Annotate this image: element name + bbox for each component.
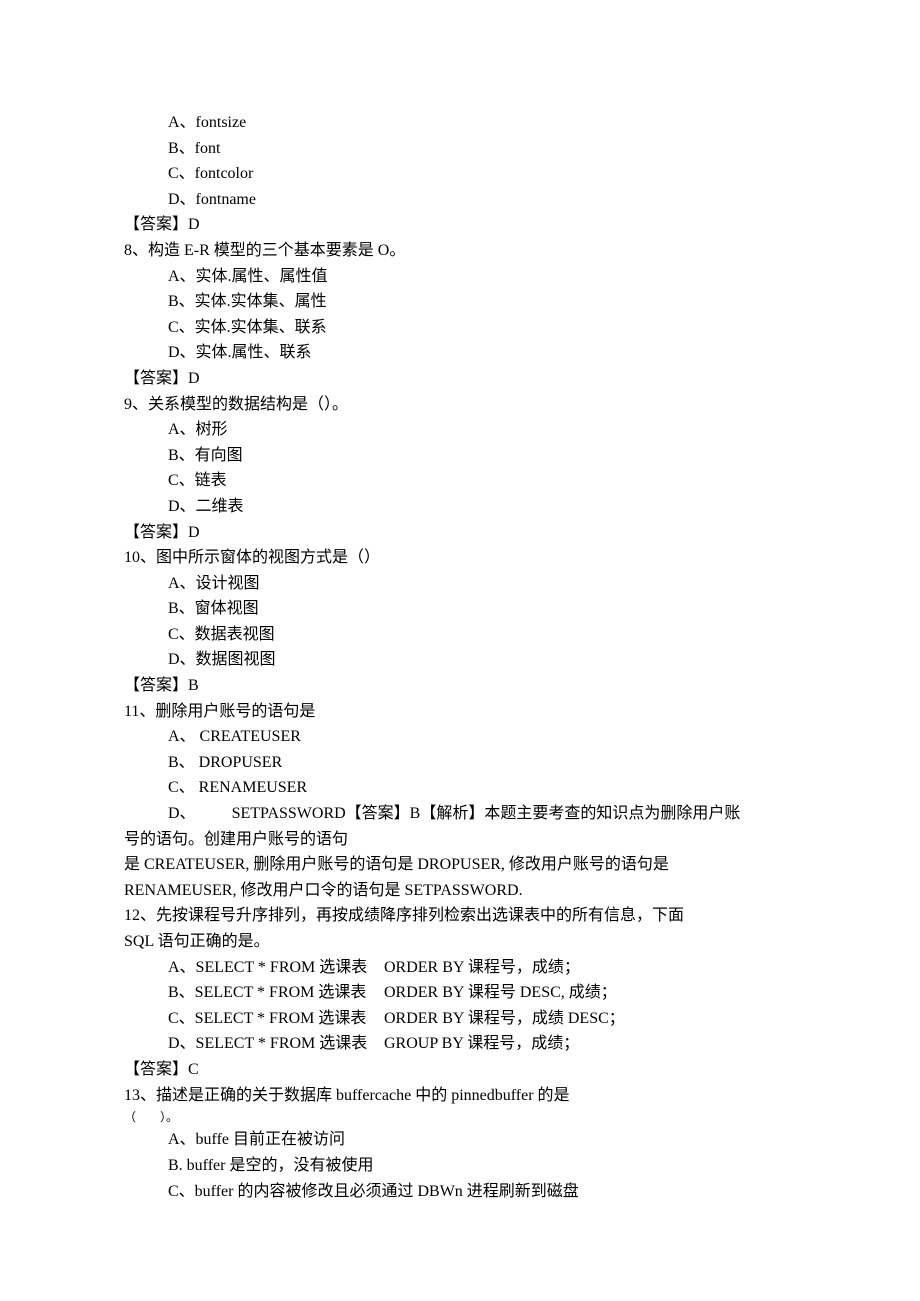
q12-stem-line2: SQL 语句正确的是。 xyxy=(124,929,796,955)
q11-option-b: B、 DROPUSER xyxy=(124,750,796,776)
q12-option-a-left: A、SELECT * FROM 选课表 xyxy=(168,955,384,981)
q13-option-a: A、buffe 目前正在被访问 xyxy=(124,1127,796,1153)
q10-stem: 10、图中所示窗体的视图方式是（） xyxy=(124,545,796,571)
q8-stem: 8、构造 E-R 模型的三个基本要素是 O。 xyxy=(124,238,796,264)
q7-option-d: D、fontname xyxy=(124,187,796,213)
q8-option-b: B、实体.实体集、属性 xyxy=(124,289,796,315)
q7-option-a: A、fontsize xyxy=(124,110,796,136)
q12-option-a: A、SELECT * FROM 选课表 ORDER BY 课程号，成绩； xyxy=(124,955,796,981)
q10-option-c: C、数据表视图 xyxy=(124,622,796,648)
q11-cont3: RENAMEUSER, 修改用户口令的语句是 SETPASSWORD. xyxy=(124,878,796,904)
q10-option-d: D、数据图视图 xyxy=(124,647,796,673)
q8-option-c: C、实体.实体集、联系 xyxy=(124,315,796,341)
q8-option-a: A、实体.属性、属性值 xyxy=(124,264,796,290)
q9-answer: 【答案】D xyxy=(124,520,796,546)
q12-option-b-left: B、SELECT * FROM 选课表 xyxy=(168,980,384,1006)
q7-option-c: C、fontcolor xyxy=(124,161,796,187)
q7-answer: 【答案】D xyxy=(124,212,796,238)
q12-option-c: C、SELECT * FROM 选课表 ORDER BY 课程号，成绩 DESC… xyxy=(124,1006,796,1032)
q11-option-a: A、 CREATEUSER xyxy=(124,724,796,750)
q13-paren: （ ）。 xyxy=(124,1108,796,1127)
q10-answer: 【答案】B xyxy=(124,673,796,699)
q13-option-c: C、buffer 的内容被修改且必须通过 DBWn 进程刷新到磁盘 xyxy=(124,1179,796,1205)
q12-option-a-right: ORDER BY 课程号，成绩； xyxy=(384,955,580,981)
q12-option-b-right: ORDER BY 课程号 DESC, 成绩； xyxy=(384,980,617,1006)
q11-cont1: 号的语句。创建用户账号的语句 xyxy=(124,827,796,853)
q9-option-d: D、二维表 xyxy=(124,494,796,520)
q12-option-d: D、SELECT * FROM 选课表 GROUP BY 课程号，成绩； xyxy=(124,1031,796,1057)
q11-option-c: C、 RENAMEUSER xyxy=(124,775,796,801)
q12-option-d-left: D、SELECT * FROM 选课表 xyxy=(168,1031,384,1057)
q10-option-a: A、设计视图 xyxy=(124,571,796,597)
q9-option-c: C、链表 xyxy=(124,468,796,494)
q13-stem: 13、描述是正确的关于数据库 buffercache 中的 pinnedbuff… xyxy=(124,1083,796,1109)
q13-option-b: B. buffer 是空的，没有被使用 xyxy=(124,1153,796,1179)
q12-stem-line1: 12、先按课程号升序排列，再按成绩降序排列检索出选课表中的所有信息，下面 xyxy=(124,903,796,929)
q11-option-d: D、 SETPASSWORD【答案】B【解析】本题主要考查的知识点为删除用户账 xyxy=(124,801,796,827)
q12-option-c-right: ORDER BY 课程号，成绩 DESC； xyxy=(384,1006,625,1032)
q9-stem: 9、关系模型的数据结构是（）。 xyxy=(124,392,796,418)
q12-option-c-left: C、SELECT * FROM 选课表 xyxy=(168,1006,384,1032)
q12-option-d-right: GROUP BY 课程号，成绩； xyxy=(384,1031,579,1057)
q7-option-b: B、font xyxy=(124,136,796,162)
q11-cont2: 是 CREATEUSER, 删除用户账号的语句是 DROPUSER, 修改用户账… xyxy=(124,852,796,878)
q11-option-d-body: SETPASSWORD【答案】B【解析】本题主要考查的知识点为删除用户账 xyxy=(232,805,741,822)
q8-answer: 【答案】D xyxy=(124,366,796,392)
q11-stem: 11、删除用户账号的语句是 xyxy=(124,699,796,725)
document-page: A、fontsize B、font C、fontcolor D、fontname… xyxy=(0,0,920,1301)
q9-option-b: B、有向图 xyxy=(124,443,796,469)
q12-option-b: B、SELECT * FROM 选课表 ORDER BY 课程号 DESC, 成… xyxy=(124,980,796,1006)
q10-option-b: B、窗体视图 xyxy=(124,596,796,622)
q11-option-d-prefix: D、 xyxy=(168,805,196,822)
q9-option-a: A、树形 xyxy=(124,417,796,443)
q8-option-d: D、实体.属性、联系 xyxy=(124,340,796,366)
q12-answer: 【答案】C xyxy=(124,1057,796,1083)
